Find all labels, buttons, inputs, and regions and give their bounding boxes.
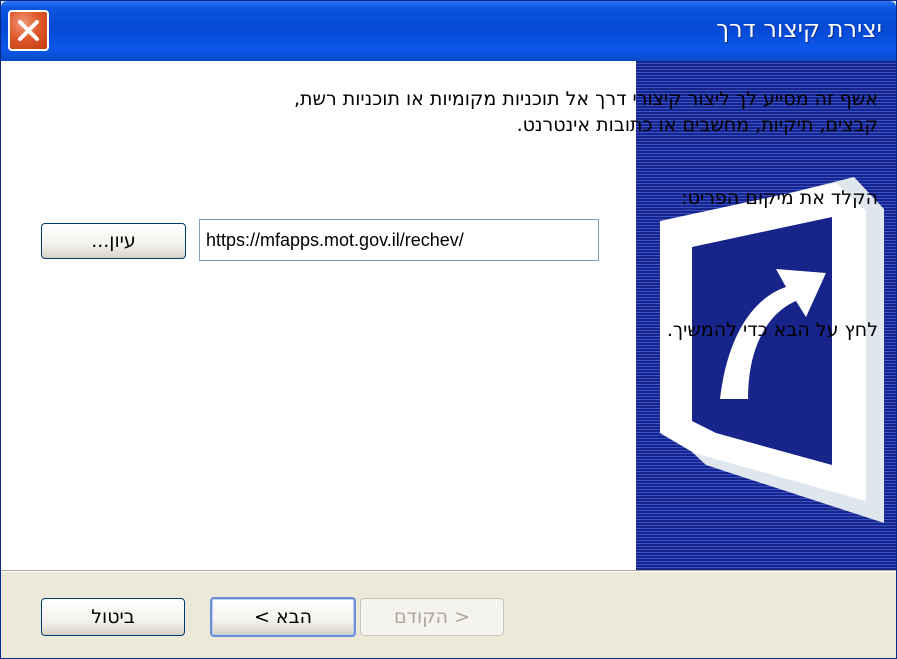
cancel-button[interactable]: ביטול bbox=[41, 598, 185, 636]
intro-text: אשף זה מסייע לך ליצור קיצורי דרך אל תוכנ… bbox=[293, 88, 878, 136]
browse-button[interactable]: עיון... bbox=[41, 223, 186, 259]
create-shortcut-window: יצירת קיצור דרך אשף זה מסייע לך ליצור קי… bbox=[0, 0, 897, 659]
back-button[interactable]: < הקודם bbox=[360, 598, 504, 636]
location-input[interactable] bbox=[199, 219, 599, 261]
next-button[interactable]: הבא > bbox=[210, 597, 356, 637]
continue-instruction: לחץ על הבא כדי להמשיך. bbox=[666, 319, 878, 341]
cancel-button-label: ביטול bbox=[91, 606, 135, 628]
back-button-label: < הקודם bbox=[394, 606, 471, 628]
title-bar[interactable]: יצירת קיצור דרך bbox=[1, 1, 896, 61]
browse-button-label: עיון... bbox=[91, 230, 136, 252]
close-button[interactable] bbox=[8, 10, 49, 51]
next-button-label: הבא > bbox=[253, 606, 313, 628]
window-title: יצירת קיצור דרך bbox=[716, 15, 882, 43]
footer-divider bbox=[1, 570, 896, 572]
location-label: הקלד את מיקום הפריט: bbox=[681, 187, 878, 209]
